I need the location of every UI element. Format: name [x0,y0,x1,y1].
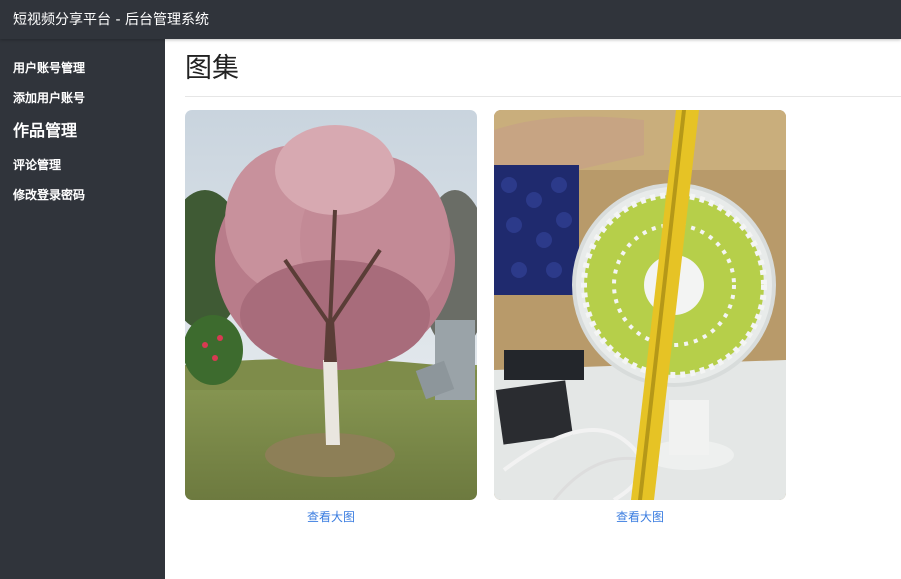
gallery-image-fan[interactable] [494,110,786,500]
gallery-card: 查看大图 [185,110,477,525]
view-large-link[interactable]: 查看大图 [494,509,786,525]
gallery-card: 查看大图 [494,110,786,525]
view-large-link[interactable]: 查看大图 [185,509,477,525]
title-divider [185,96,901,97]
app-title: 短视频分享平台 - 后台管理系统 [13,12,209,28]
sidebar-item-user-accounts[interactable]: 用户账号管理 [13,60,85,76]
sidebar-item-change-password[interactable]: 修改登录密码 [13,187,85,203]
main-content: 图集 查看大图 查看大图 [165,39,901,579]
gallery-image-tree[interactable] [185,110,477,500]
sidebar: 用户账号管理 添加用户账号 作品管理 评论管理 修改登录密码 [0,39,165,579]
top-header: 短视频分享平台 - 后台管理系统 [0,0,901,39]
sidebar-item-add-user[interactable]: 添加用户账号 [13,90,85,106]
sidebar-item-works[interactable]: 作品管理 [13,121,77,141]
sidebar-item-comments[interactable]: 评论管理 [13,157,61,173]
page-title: 图集 [185,53,239,84]
